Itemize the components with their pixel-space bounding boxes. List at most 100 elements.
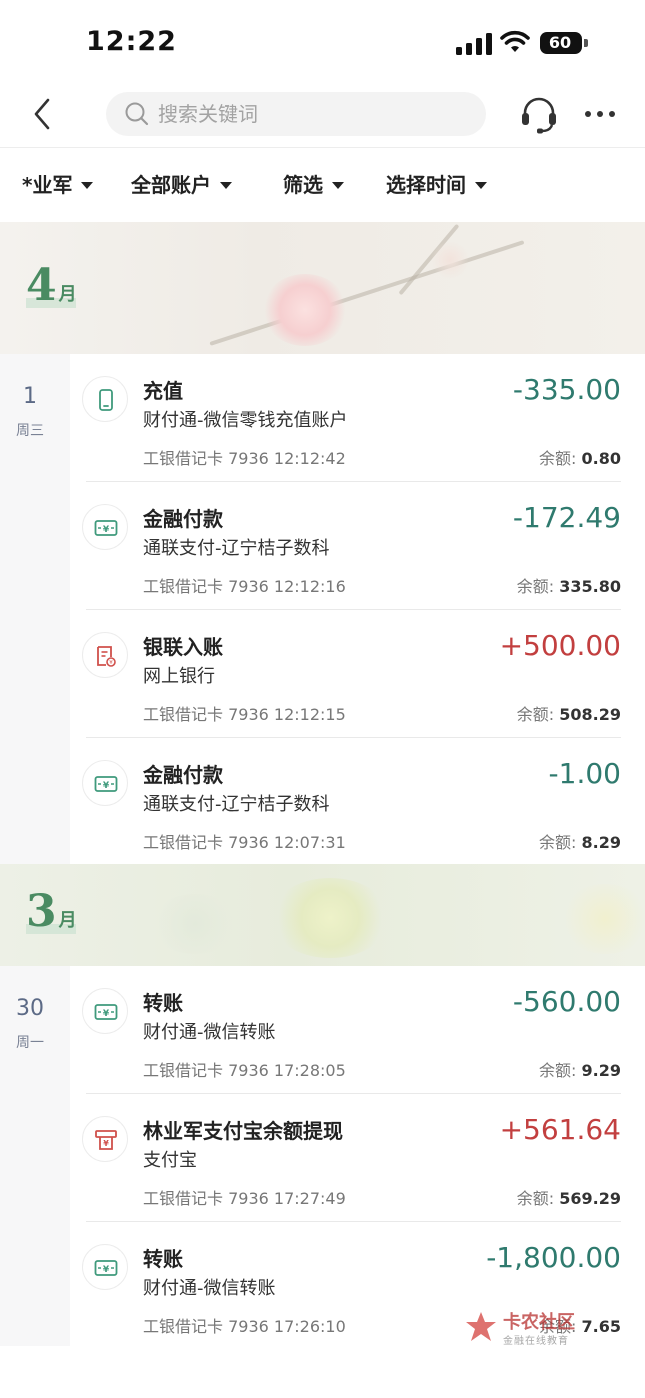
transaction-balance: 余额: 8.29: [539, 831, 621, 855]
balance-value: 9.29: [581, 1061, 621, 1080]
transaction-amount: -560.00: [512, 985, 621, 1018]
balance-value: 335.80: [559, 577, 621, 596]
transaction-title: 转账: [143, 1247, 183, 1271]
month-label: 4月: [26, 260, 77, 311]
search-icon: [125, 102, 149, 126]
transaction-item[interactable]: ¥ 银联入账 网上银行 工银借记卡 7936 12:12:15 +500.00 …: [70, 610, 645, 738]
status-bar: 12:22 60: [0, 0, 645, 84]
month-number: 3: [26, 886, 57, 937]
svg-text:¥: ¥: [109, 660, 113, 666]
day-column: 30 周一: [0, 966, 70, 1346]
transaction-card-time: 工银借记卡 7936 12:12:16: [143, 577, 346, 596]
month-number: 4: [26, 260, 57, 311]
watermark-subtitle: 金融在线教育: [503, 1336, 569, 1347]
transaction-item[interactable]: ¥ 金融付款 通联支付-辽宁桔子数科 工银借记卡 7936 12:07:31 -…: [70, 738, 645, 864]
day-weekday: 周三: [16, 423, 44, 439]
caret-down-icon: [220, 182, 232, 189]
month-banner-march: 3月: [0, 864, 645, 966]
transaction-title: 林业军支付宝余额提现: [143, 1119, 343, 1143]
leaf-decoration: [150, 894, 240, 954]
transaction-item[interactable]: 充值 财付通-微信零钱充值账户 工银借记卡 7936 12:12:42 -335…: [70, 354, 645, 482]
transaction-counterparty: 网上银行: [143, 666, 215, 687]
transaction-item[interactable]: ¥ 转账 财付通-微信转账 工银借记卡 7936 17:28:05 -560.0…: [70, 966, 645, 1094]
day-number: 1: [23, 384, 37, 409]
transaction-amount: +561.64: [499, 1113, 621, 1146]
transaction-amount: -335.00: [512, 373, 621, 406]
filter-label: 全部账户: [131, 173, 211, 197]
day-number: 30: [16, 996, 44, 1021]
transaction-counterparty: 财付通-微信转账: [143, 1278, 276, 1299]
svg-text:¥: ¥: [103, 1265, 110, 1275]
withdraw-icon: ¥: [82, 1116, 128, 1162]
nav-bar: 搜索关键词: [0, 84, 645, 148]
filter-screen[interactable]: 筛选: [283, 170, 344, 200]
branch-decoration: [209, 240, 525, 346]
day-weekday: 周一: [16, 1035, 44, 1051]
balance-label: 余额:: [516, 1189, 555, 1208]
transaction-balance: 余额: 335.80: [517, 575, 621, 599]
transaction-card-time: 工银借记卡 7936 17:28:05: [143, 1061, 346, 1080]
transaction-card-time: 工银借记卡 7936 12:07:31: [143, 833, 346, 852]
transaction-title: 银联入账: [143, 635, 223, 659]
watermark-logo-icon: [466, 1312, 496, 1341]
month-label: 3月: [26, 886, 77, 937]
money-transfer-icon: ¥: [82, 988, 128, 1034]
transaction-card-time: 工银借记卡 7936 17:27:49: [143, 1189, 346, 1208]
transaction-amount: -1,800.00: [486, 1241, 621, 1274]
transaction-amount: -1.00: [548, 757, 621, 790]
transaction-title: 金融付款: [143, 763, 223, 787]
caret-down-icon: [475, 182, 487, 189]
balance-value: 0.80: [581, 449, 621, 468]
caret-down-icon: [332, 182, 344, 189]
leaf-decoration: [270, 878, 390, 958]
svg-text:¥: ¥: [103, 781, 110, 791]
back-icon[interactable]: [28, 94, 58, 134]
transaction-counterparty: 通联支付-辽宁桔子数科: [143, 794, 330, 815]
filter-all-accounts[interactable]: 全部账户: [131, 170, 232, 200]
month-unit: 月: [58, 910, 77, 931]
transaction-balance: 余额: 9.29: [539, 1059, 621, 1083]
battery-tip: [584, 39, 588, 47]
transaction-item[interactable]: ¥ 林业军支付宝余额提现 支付宝 工银借记卡 7936 17:27:49 +56…: [70, 1094, 645, 1222]
transaction-amount: +500.00: [499, 629, 621, 662]
balance-label: 余额:: [539, 449, 577, 468]
cellular-signal-icon: [456, 33, 492, 55]
customer-service-icon[interactable]: [518, 94, 560, 134]
balance-label: 余额:: [516, 577, 555, 596]
transaction-amount: -172.49: [512, 501, 621, 534]
transaction-card-time: 工银借记卡 7936 17:26:10: [143, 1317, 346, 1336]
phone-icon: [82, 376, 128, 422]
transaction-balance: 余额: 569.29: [517, 1187, 621, 1211]
transaction-title: 充值: [143, 379, 183, 403]
balance-value: 569.29: [559, 1189, 621, 1208]
transaction-title: 转账: [143, 991, 183, 1015]
filter-account-holder[interactable]: *业军: [22, 170, 94, 200]
money-transfer-icon: ¥: [82, 760, 128, 806]
svg-text:¥: ¥: [103, 525, 110, 535]
balance-value: 508.29: [559, 705, 621, 724]
watermark: 卡农社区 金融在线教育: [463, 1308, 593, 1348]
caret-down-icon: [81, 182, 94, 189]
more-icon[interactable]: [582, 102, 618, 126]
transaction-balance: 余额: 508.29: [517, 703, 621, 727]
filter-label: *业军: [22, 173, 73, 197]
search-input[interactable]: 搜索关键词: [106, 92, 486, 136]
balance-label: 余额:: [516, 705, 555, 724]
blossom-decoration: [430, 242, 470, 278]
transaction-counterparty: 财付通-微信转账: [143, 1022, 276, 1043]
transaction-balance: 余额: 0.80: [539, 447, 621, 471]
wifi-icon: [500, 30, 530, 52]
battery-level: 60: [548, 33, 572, 52]
status-time: 12:22: [86, 26, 177, 57]
money-transfer-icon: ¥: [82, 1244, 128, 1290]
svg-text:¥: ¥: [103, 1139, 109, 1148]
transaction-title: 金融付款: [143, 507, 223, 531]
balance-label: 余额:: [539, 1061, 577, 1080]
bill-icon: ¥: [82, 632, 128, 678]
transaction-card-time: 工银借记卡 7936 12:12:15: [143, 705, 346, 724]
money-transfer-icon: ¥: [82, 504, 128, 550]
month-unit: 月: [58, 284, 77, 305]
filter-bar: *业军 全部账户 筛选 选择时间: [0, 148, 645, 222]
filter-select-time[interactable]: 选择时间: [386, 170, 487, 200]
transaction-item[interactable]: ¥ 金融付款 通联支付-辽宁桔子数科 工银借记卡 7936 12:12:16 -…: [70, 482, 645, 610]
